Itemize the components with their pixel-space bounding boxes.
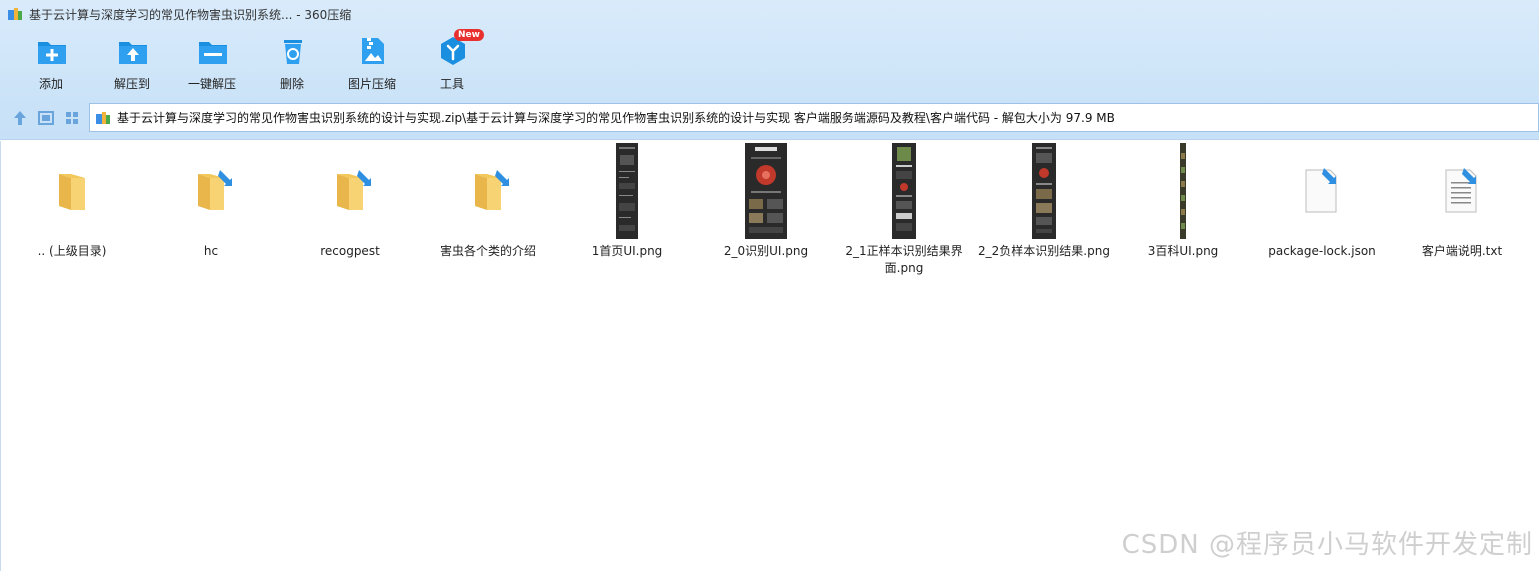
address-path: 基于云计算与深度学习的常见作物害虫识别系统的设计与实现.zip\基于云计算与深度… xyxy=(117,111,1115,125)
image-thumbnail xyxy=(892,143,916,239)
file-item-negative-result[interactable]: 2_2负样本识别结果.png xyxy=(974,141,1114,281)
extract-to-icon xyxy=(118,36,148,66)
window-title: 基于云计算与深度学习的常见作物害虫识别系统... - 360压缩 xyxy=(29,7,352,22)
one-click-extract-icon xyxy=(198,36,228,66)
image-compress-label: 图片压缩 xyxy=(347,77,396,91)
image-thumbnail xyxy=(745,143,787,239)
extract-to-label: 解压到 xyxy=(113,77,150,91)
extract-to-button[interactable]: 解压到 xyxy=(92,32,172,94)
file-name: hc xyxy=(203,244,219,258)
list-view-icon[interactable] xyxy=(37,109,55,127)
file-name: 害虫各个类的介绍 xyxy=(439,244,536,258)
watermark: CSDN @程序员小马软件开发定制 xyxy=(1121,530,1533,560)
add-icon xyxy=(37,36,67,66)
file-shortcut-icon xyxy=(1304,168,1340,214)
archive-icon xyxy=(95,110,111,126)
file-item-pest-intro[interactable]: 害虫各个类的介绍 xyxy=(418,141,558,281)
file-name: 3百科UI.png xyxy=(1147,244,1219,258)
tools-label: 工具 xyxy=(439,77,464,91)
address-bar[interactable]: 基于云计算与深度学习的常见作物害虫识别系统的设计与实现.zip\基于云计算与深度… xyxy=(89,103,1539,132)
folder-shortcut-icon xyxy=(196,170,232,212)
folder-icon xyxy=(57,170,87,212)
file-name: 2_1正样本识别结果界面.png xyxy=(845,244,963,275)
file-item-recogpest[interactable]: recogpest xyxy=(280,141,420,281)
file-name: 2_2负样本识别结果.png xyxy=(978,244,1110,258)
tools-button[interactable]: New 工具 xyxy=(412,29,492,94)
window-chrome: 基于云计算与深度学习的常见作物害虫识别系统... - 360压缩 添加 解压到 … xyxy=(0,0,1539,140)
file-item-home-ui[interactable]: 1首页UI.png xyxy=(557,141,697,281)
file-item-parent[interactable]: .. (上级目录) xyxy=(2,141,142,281)
up-arrow-icon[interactable] xyxy=(11,109,29,127)
image-compress-button[interactable]: 图片压缩 xyxy=(332,32,412,94)
image-compress-icon xyxy=(358,36,388,66)
delete-label: 删除 xyxy=(279,77,304,91)
file-name: recogpest xyxy=(320,244,380,258)
one-click-extract-label: 一键解压 xyxy=(187,77,236,91)
trash-icon xyxy=(278,36,308,66)
file-item-encyclopedia-ui[interactable]: 3百科UI.png xyxy=(1113,141,1253,281)
file-list: .. (上级目录) hc recogpest 害虫各个类的介绍 1首页UI.pn… xyxy=(0,141,1539,571)
file-item-positive-result[interactable]: 2_1正样本识别结果界面.png xyxy=(834,141,974,281)
toolbar: 添加 解压到 一键解压 删除 图片压缩 New 工具 xyxy=(0,29,1539,94)
address-row: 基于云计算与深度学习的常见作物害虫识别系统的设计与实现.zip\基于云计算与深度… xyxy=(0,102,1539,134)
app-icon xyxy=(7,6,23,22)
image-thumbnail xyxy=(616,143,638,239)
title-bar: 基于云计算与深度学习的常见作物害虫识别系统... - 360压缩 xyxy=(0,0,1539,28)
image-thumbnail xyxy=(1032,143,1056,239)
delete-button[interactable]: 删除 xyxy=(252,32,332,94)
file-name: 客户端说明.txt xyxy=(1421,244,1503,258)
new-badge: New xyxy=(454,29,484,41)
file-item-client-readme[interactable]: 客户端说明.txt xyxy=(1392,141,1532,281)
file-name: .. (上级目录) xyxy=(37,244,107,258)
add-label: 添加 xyxy=(38,77,63,91)
folder-shortcut-icon xyxy=(473,170,509,212)
grid-view-icon[interactable] xyxy=(63,109,81,127)
folder-shortcut-icon xyxy=(335,170,371,212)
add-button[interactable]: 添加 xyxy=(11,32,91,94)
file-item-recognize-ui[interactable]: 2_0识别UI.png xyxy=(696,141,836,281)
image-thumbnail xyxy=(1180,143,1186,239)
file-item-package-lock[interactable]: package-lock.json xyxy=(1252,141,1392,281)
file-name: 2_0识别UI.png xyxy=(723,244,809,258)
file-name: 1首页UI.png xyxy=(591,244,663,258)
one-click-extract-button[interactable]: 一键解压 xyxy=(172,32,252,94)
file-item-hc[interactable]: hc xyxy=(141,141,281,281)
text-file-icon xyxy=(1444,168,1480,214)
file-name: package-lock.json xyxy=(1268,244,1376,258)
